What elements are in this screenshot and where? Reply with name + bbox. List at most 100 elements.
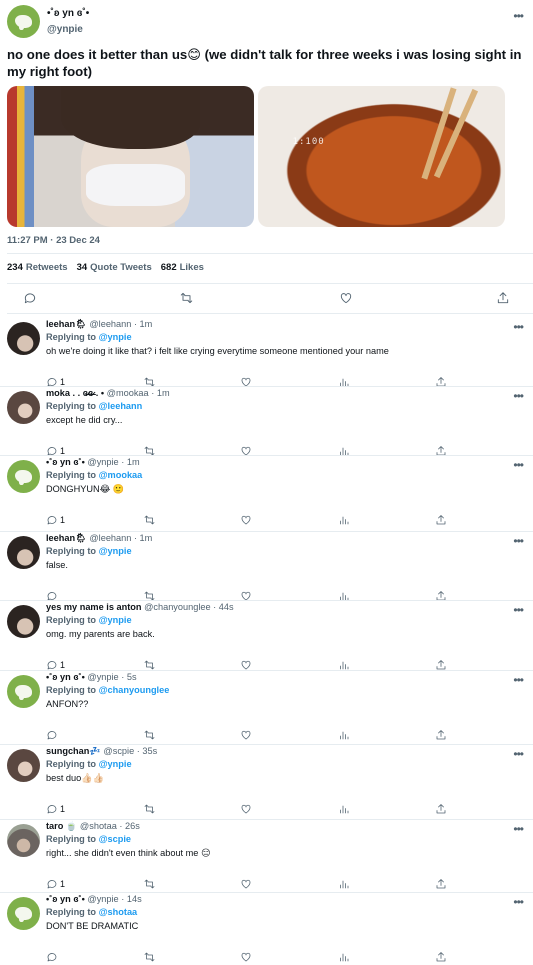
- retweet-button[interactable]: [143, 878, 156, 890]
- reply-username[interactable]: @chanyounglee: [144, 602, 211, 612]
- reply-username[interactable]: @scpie: [103, 746, 134, 756]
- analytics-button[interactable]: [338, 514, 350, 526]
- replying-to-link[interactable]: @leehann: [99, 401, 143, 411]
- share-button[interactable]: [435, 803, 447, 815]
- more-icon[interactable]: •••: [513, 534, 524, 548]
- reply-tweet[interactable]: sungchan💤 @scpie · 35s Replying to @ynpi…: [0, 745, 533, 820]
- replying-to-link[interactable]: @scpie: [99, 834, 131, 844]
- replying-to-link[interactable]: @ynpie: [99, 332, 132, 342]
- reply-tweet[interactable]: •˚ʚ yn ɞ˚• @ynpie · 1m Replying to @mook…: [0, 456, 533, 532]
- reply-tweet[interactable]: •˚ʚ yn ɞ˚• @ynpie · 14s Replying to @sho…: [0, 893, 533, 963]
- reply-display-name[interactable]: •˚ʚ yn ɞ˚•: [46, 894, 85, 904]
- more-icon[interactable]: •••: [513, 822, 524, 836]
- retweet-button[interactable]: [179, 291, 194, 305]
- reply-tweet[interactable]: yes my name is anton @chanyounglee · 44s…: [0, 601, 533, 671]
- retweet-button[interactable]: [143, 729, 156, 741]
- analytics-button[interactable]: [338, 803, 350, 815]
- reply-button[interactable]: 1: [46, 514, 65, 526]
- photo-selfie[interactable]: [7, 86, 254, 227]
- more-icon[interactable]: •••: [513, 673, 524, 687]
- reply-tweet[interactable]: •˚ʚ yn ɞ˚• @ynpie · 5s Replying to @chan…: [0, 671, 533, 745]
- more-icon[interactable]: •••: [513, 320, 524, 334]
- reply-button[interactable]: 1: [46, 803, 65, 815]
- more-icon[interactable]: •••: [513, 9, 524, 23]
- reply-username[interactable]: @ynpie: [87, 894, 118, 904]
- reply-display-name[interactable]: leehan🌦: [46, 319, 87, 329]
- share-button[interactable]: [435, 729, 447, 741]
- more-icon[interactable]: •••: [513, 389, 524, 403]
- share-button[interactable]: [435, 514, 447, 526]
- replying-to-link[interactable]: @ynpie: [99, 759, 132, 769]
- reply-tweet[interactable]: taro 🍵 @shotaa · 26s Replying to @scpie …: [0, 820, 533, 893]
- like-button[interactable]: [240, 729, 252, 741]
- reply-avatar[interactable]: [7, 536, 40, 569]
- replying-to-link[interactable]: @chanyounglee: [99, 685, 170, 695]
- reply-display-name[interactable]: moka . . ɞ̶̷ɞ̶̷ . •: [46, 388, 104, 398]
- retweet-count[interactable]: 234 Retweets: [7, 262, 68, 273]
- replying-to-link[interactable]: @ynpie: [99, 615, 132, 625]
- more-icon[interactable]: •••: [513, 603, 524, 617]
- tweet-timestamp[interactable]: 11:27 PM · 23 Dec 24: [7, 235, 100, 246]
- reply-username[interactable]: @leehann: [89, 533, 131, 543]
- photo-noodles[interactable]: 1:100: [258, 86, 505, 227]
- reply-button[interactable]: [46, 729, 60, 741]
- reply-avatar[interactable]: [7, 824, 40, 857]
- more-icon[interactable]: •••: [513, 747, 524, 761]
- replying-to-link[interactable]: @shotaa: [99, 907, 138, 917]
- share-button[interactable]: [435, 878, 447, 890]
- reply-time[interactable]: · 14s: [121, 894, 141, 904]
- share-button[interactable]: [496, 291, 510, 305]
- quote-count[interactable]: 34 Quote Tweets: [77, 262, 152, 273]
- author-display-name[interactable]: •˚ʚ yn ɞ˚•: [47, 6, 89, 22]
- retweet-button[interactable]: [143, 803, 156, 815]
- reply-username[interactable]: @ynpie: [87, 672, 118, 682]
- like-count[interactable]: 682 Likes: [161, 262, 204, 273]
- reply-display-name[interactable]: sungchan💤: [46, 746, 101, 756]
- reply-button[interactable]: [23, 291, 37, 305]
- reply-time[interactable]: · 1m: [134, 319, 152, 329]
- reply-tweet[interactable]: moka . . ɞ̶̷ɞ̶̷ . • @mookaa · 1m Replyin…: [0, 387, 533, 456]
- reply-button[interactable]: [46, 951, 60, 963]
- reply-tweet[interactable]: leehan🌦 @leehann · 1m Replying to @ynpie…: [0, 532, 533, 601]
- author-avatar[interactable]: [7, 5, 40, 38]
- analytics-button[interactable]: [338, 729, 350, 741]
- replying-to-link[interactable]: @ynpie: [99, 546, 132, 556]
- like-button[interactable]: [339, 291, 353, 305]
- more-icon[interactable]: •••: [513, 458, 524, 472]
- reply-time[interactable]: · 5s: [121, 672, 136, 682]
- reply-time[interactable]: · 35s: [137, 746, 157, 756]
- reply-button[interactable]: 1: [46, 878, 65, 890]
- share-button[interactable]: [435, 951, 447, 963]
- reply-avatar[interactable]: [7, 675, 40, 708]
- reply-display-name[interactable]: •˚ʚ yn ɞ˚•: [46, 672, 85, 682]
- analytics-button[interactable]: [338, 951, 350, 963]
- reply-time[interactable]: · 1m: [151, 388, 169, 398]
- reply-tweet[interactable]: leehan🌦 @leehann · 1m Replying to @ynpie…: [0, 318, 533, 387]
- more-icon[interactable]: •••: [513, 895, 524, 909]
- reply-display-name[interactable]: •˚ʚ yn ɞ˚•: [46, 457, 85, 467]
- like-button[interactable]: [240, 803, 252, 815]
- retweet-button[interactable]: [143, 514, 156, 526]
- reply-username[interactable]: @shotaa: [80, 821, 117, 831]
- like-button[interactable]: [240, 951, 252, 963]
- author-username[interactable]: @ynpie: [47, 22, 89, 38]
- reply-avatar[interactable]: [7, 460, 40, 493]
- reply-display-name[interactable]: yes my name is anton: [46, 602, 142, 612]
- like-button[interactable]: [240, 514, 252, 526]
- replying-to-link[interactable]: @mookaa: [99, 470, 143, 480]
- reply-time[interactable]: · 26s: [119, 821, 139, 831]
- analytics-button[interactable]: [338, 878, 350, 890]
- reply-username[interactable]: @leehann: [89, 319, 131, 329]
- reply-username[interactable]: @mookaa: [107, 388, 149, 398]
- reply-username[interactable]: @ynpie: [87, 457, 118, 467]
- reply-display-name[interactable]: leehan🌦: [46, 533, 87, 543]
- reply-time[interactable]: · 1m: [121, 457, 139, 467]
- reply-avatar[interactable]: [7, 897, 40, 930]
- reply-avatar[interactable]: [7, 749, 40, 782]
- reply-display-name[interactable]: taro 🍵: [46, 821, 77, 831]
- retweet-button[interactable]: [143, 951, 156, 963]
- reply-time[interactable]: · 1m: [134, 533, 152, 543]
- reply-time[interactable]: · 44s: [213, 602, 233, 612]
- reply-avatar[interactable]: [7, 322, 40, 355]
- reply-avatar[interactable]: [7, 605, 40, 638]
